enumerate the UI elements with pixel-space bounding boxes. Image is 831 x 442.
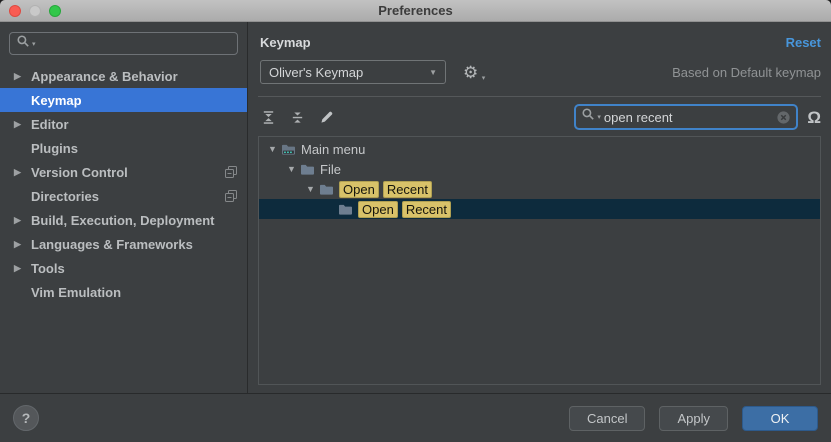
settings-sidebar: ▾ ▶Appearance & BehaviorKeymap▶EditorPlu… — [0, 22, 248, 393]
sidebar-item-label: Languages & Frameworks — [31, 237, 193, 252]
search-match-highlight: Open — [358, 201, 398, 218]
sidebar-item-plugins[interactable]: Plugins — [0, 136, 247, 160]
per-project-settings-icon — [225, 190, 237, 202]
search-icon — [16, 34, 31, 54]
sidebar-item-keymap[interactable]: Keymap — [0, 88, 247, 112]
action-search-field[interactable]: ▾ — [574, 104, 798, 130]
sidebar-item-languages-frameworks[interactable]: ▶Languages & Frameworks — [0, 232, 247, 256]
apply-button[interactable]: Apply — [659, 406, 728, 431]
expand-all-icon[interactable] — [260, 109, 276, 125]
page-title: Keymap — [260, 35, 311, 50]
search-match-highlight: Recent — [383, 181, 432, 198]
tree-row-label: OpenRecent — [358, 201, 455, 218]
expand-arrow-icon[interactable]: ▶ — [14, 263, 31, 274]
keymap-select[interactable]: Oliver's Keymap ▼ — [260, 60, 446, 84]
tree-expand-arrow-icon[interactable]: ▼ — [284, 164, 299, 174]
gear-caret-icon: ▾ — [482, 75, 486, 82]
keymap-action-tree: ▼Main menu▼File▼OpenRecentOpenRecent — [258, 136, 821, 385]
sidebar-item-build-execution-deployment[interactable]: ▶Build, Execution, Deployment — [0, 208, 247, 232]
based-on-label: Based on Default keymap — [672, 65, 821, 80]
dialog-footer: ? Cancel Apply OK — [0, 393, 831, 442]
sidebar-item-label: Build, Execution, Deployment — [31, 213, 214, 228]
per-project-settings-icon — [225, 166, 237, 178]
main-menu-icon — [281, 143, 296, 156]
help-button[interactable]: ? — [13, 405, 39, 431]
titlebar: Preferences — [0, 0, 831, 22]
sidebar-item-label: Plugins — [31, 141, 78, 156]
tree-row-label: OpenRecent — [339, 181, 436, 198]
edit-shortcut-icon[interactable] — [318, 109, 334, 125]
zoom-button[interactable] — [49, 5, 61, 17]
search-icon — [581, 107, 596, 127]
sidebar-item-label: Version Control — [31, 165, 128, 180]
folder-icon — [300, 163, 315, 176]
find-actions-by-shortcut-icon[interactable]: Ω — [807, 109, 821, 126]
sidebar-item-label: Directories — [31, 189, 99, 204]
search-match-highlight: Recent — [402, 201, 451, 218]
tree-row-main-menu[interactable]: ▼ Main menu — [259, 139, 820, 159]
close-button[interactable] — [9, 5, 21, 17]
expand-arrow-icon[interactable]: ▶ — [14, 167, 31, 178]
sidebar-item-tools[interactable]: ▶Tools — [0, 256, 247, 280]
sidebar-search-input[interactable]: ▾ — [9, 32, 238, 55]
tree-row-open-recent[interactable]: ▼ OpenRecent — [259, 179, 820, 199]
keymap-select-value: Oliver's Keymap — [269, 65, 363, 80]
action-search-input[interactable] — [601, 110, 776, 125]
tree-row-file[interactable]: ▼ File — [259, 159, 820, 179]
tree-expand-arrow-icon[interactable]: ▼ — [265, 144, 280, 154]
sidebar-item-editor[interactable]: ▶Editor — [0, 112, 247, 136]
sidebar-item-directories[interactable]: Directories — [0, 184, 247, 208]
expand-arrow-icon[interactable]: ▶ — [14, 239, 31, 250]
sidebar-item-label: Appearance & Behavior — [31, 69, 178, 84]
window-title: Preferences — [378, 3, 452, 18]
tree-row-open-recent[interactable]: OpenRecent — [259, 199, 820, 219]
cancel-button[interactable]: Cancel — [569, 406, 645, 431]
minimize-button[interactable] — [29, 5, 41, 17]
expand-arrow-icon[interactable]: ▶ — [14, 119, 31, 130]
sidebar-item-vim-emulation[interactable]: Vim Emulation — [0, 280, 247, 304]
tree-row-label: File — [320, 162, 341, 177]
preferences-window: Preferences ▾ ▶Appearance & BehaviorKeym… — [0, 0, 831, 442]
expand-arrow-icon[interactable]: ▶ — [14, 215, 31, 226]
sidebar-item-label: Editor — [31, 117, 69, 132]
gear-icon[interactable]: ⚙▾ — [463, 64, 478, 81]
folder-icon — [338, 203, 353, 216]
clear-icon[interactable] — [776, 110, 791, 125]
chevron-down-icon: ▼ — [429, 68, 437, 77]
sidebar-item-appearance-behavior[interactable]: ▶Appearance & Behavior — [0, 64, 247, 88]
sidebar-item-version-control[interactable]: ▶Version Control — [0, 160, 247, 184]
tree-expand-arrow-icon[interactable]: ▼ — [303, 184, 318, 194]
sidebar-item-label: Tools — [31, 261, 65, 276]
ok-button[interactable]: OK — [742, 406, 818, 431]
folder-icon — [319, 183, 334, 196]
search-match-highlight: Open — [339, 181, 379, 198]
keymap-settings-panel: Keymap Reset Oliver's Keymap ▼ ⚙▾ Based … — [248, 22, 831, 393]
sidebar-item-label: Vim Emulation — [31, 285, 121, 300]
tree-row-label: Main menu — [301, 142, 365, 157]
search-options-caret-icon: ▾ — [32, 40, 36, 48]
traffic-lights — [9, 0, 61, 21]
reset-link[interactable]: Reset — [786, 35, 821, 50]
collapse-all-icon[interactable] — [289, 109, 305, 125]
settings-category-list: ▶Appearance & BehaviorKeymap▶EditorPlugi… — [0, 64, 247, 304]
header-separator — [258, 96, 821, 97]
expand-arrow-icon[interactable]: ▶ — [14, 71, 31, 82]
sidebar-item-label: Keymap — [31, 93, 82, 108]
